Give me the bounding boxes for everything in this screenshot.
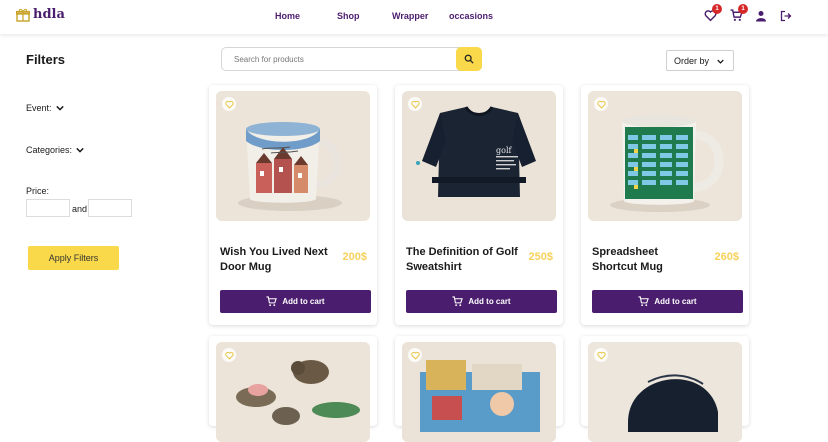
logo[interactable]: hdla (16, 7, 65, 22)
heart-outline-icon (410, 100, 420, 109)
logout-button[interactable] (780, 9, 792, 27)
account-button[interactable] (755, 9, 767, 27)
product-price: 250$ (528, 251, 553, 263)
heart-outline-icon (596, 351, 606, 360)
product-price: 260$ (714, 251, 739, 263)
favorite-button[interactable] (408, 97, 422, 111)
search-icon (464, 54, 474, 64)
product-name[interactable]: The Definition of Golf Sweatshirt (406, 245, 518, 275)
order-by-label: Order by (674, 56, 710, 66)
add-to-cart-label: Add to cart (282, 297, 325, 306)
add-to-cart-button[interactable]: Add to cart (220, 290, 371, 313)
add-to-cart-button[interactable]: Add to cart (592, 290, 743, 313)
filters-title: Filters (26, 52, 66, 67)
product-card[interactable] (581, 336, 749, 442)
product-price: 200$ (342, 251, 367, 263)
product-card[interactable] (209, 336, 377, 442)
product-card[interactable]: Spreadsheet Shortcut Mug 260$ Add to car… (581, 85, 749, 325)
product-image[interactable]: golf (402, 91, 556, 221)
add-to-cart-label: Add to cart (468, 297, 511, 306)
product-name[interactable]: Spreadsheet Shortcut Mug (592, 245, 704, 275)
product-image[interactable] (216, 91, 370, 221)
event-filter-toggle[interactable]: Event: (26, 103, 64, 113)
categories-filter-label: Categories: (26, 145, 73, 155)
categories-filter-toggle[interactable]: Categories: (26, 145, 84, 155)
sweatshirt-illustration: golf (402, 91, 556, 221)
favorite-button[interactable] (594, 97, 608, 111)
nav-home[interactable]: Home (275, 11, 300, 21)
product-name[interactable]: Wish You Lived Next Door Mug (220, 245, 332, 275)
chevron-down-icon (717, 59, 724, 64)
favorite-button[interactable] (594, 348, 608, 362)
product-image[interactable] (588, 342, 742, 442)
logout-icon (780, 10, 792, 22)
price-filter-label: Price: (26, 186, 50, 196)
favorite-button[interactable] (408, 348, 422, 362)
cart-button[interactable]: 1 (730, 4, 748, 27)
order-by-select[interactable]: Order by (666, 50, 734, 71)
top-navbar: hdla Home Shop Wrapper occasions 1 1 (0, 0, 828, 34)
cart-badge: 1 (738, 4, 748, 14)
heart-outline-icon (224, 100, 234, 109)
animal-figurines-illustration (216, 342, 370, 442)
product-card[interactable]: Wish You Lived Next Door Mug 200$ Add to… (209, 85, 377, 325)
gift-icon (16, 8, 30, 22)
product-card[interactable]: golf The Definition of Golf Sweatshirt 2… (395, 85, 563, 325)
cart-icon (452, 296, 464, 307)
cart-icon (638, 296, 650, 307)
nav-occasions[interactable]: occasions (449, 11, 493, 21)
heart-outline-icon (410, 351, 420, 360)
nav-wrapper[interactable]: Wrapper (392, 11, 428, 21)
product-image[interactable] (402, 342, 556, 442)
product-card[interactable] (395, 336, 563, 442)
chevron-down-icon (76, 147, 84, 153)
cart-icon (266, 296, 278, 307)
apply-filters-button[interactable]: Apply Filters (28, 246, 119, 270)
add-to-cart-button[interactable]: Add to cart (406, 290, 557, 313)
search-bar: Search for products (221, 47, 482, 71)
price-min-input[interactable] (26, 199, 70, 217)
wishlist-button[interactable]: 1 (704, 4, 722, 27)
favorite-button[interactable] (222, 348, 236, 362)
cap-illustration (588, 342, 742, 442)
price-and-label: and (72, 204, 88, 214)
event-filter-label: Event: (26, 103, 52, 113)
product-image[interactable] (588, 91, 742, 221)
search-button[interactable] (456, 47, 482, 71)
sweatshirt-print-text: golf (496, 146, 512, 155)
logo-text: hdla (33, 7, 65, 22)
product-image[interactable] (216, 342, 370, 442)
heart-outline-icon (596, 100, 606, 109)
search-input[interactable]: Search for products (234, 55, 304, 64)
popup-book-illustration (402, 342, 556, 442)
chevron-down-icon (55, 105, 64, 111)
heart-outline-icon (224, 351, 234, 360)
mug-illustration (588, 91, 742, 221)
favorite-button[interactable] (222, 97, 236, 111)
price-max-input[interactable] (88, 199, 132, 217)
mug-illustration (216, 91, 370, 221)
nav-shop[interactable]: Shop (337, 11, 360, 21)
wishlist-badge: 1 (712, 4, 722, 14)
user-icon (756, 11, 766, 22)
add-to-cart-label: Add to cart (654, 297, 697, 306)
